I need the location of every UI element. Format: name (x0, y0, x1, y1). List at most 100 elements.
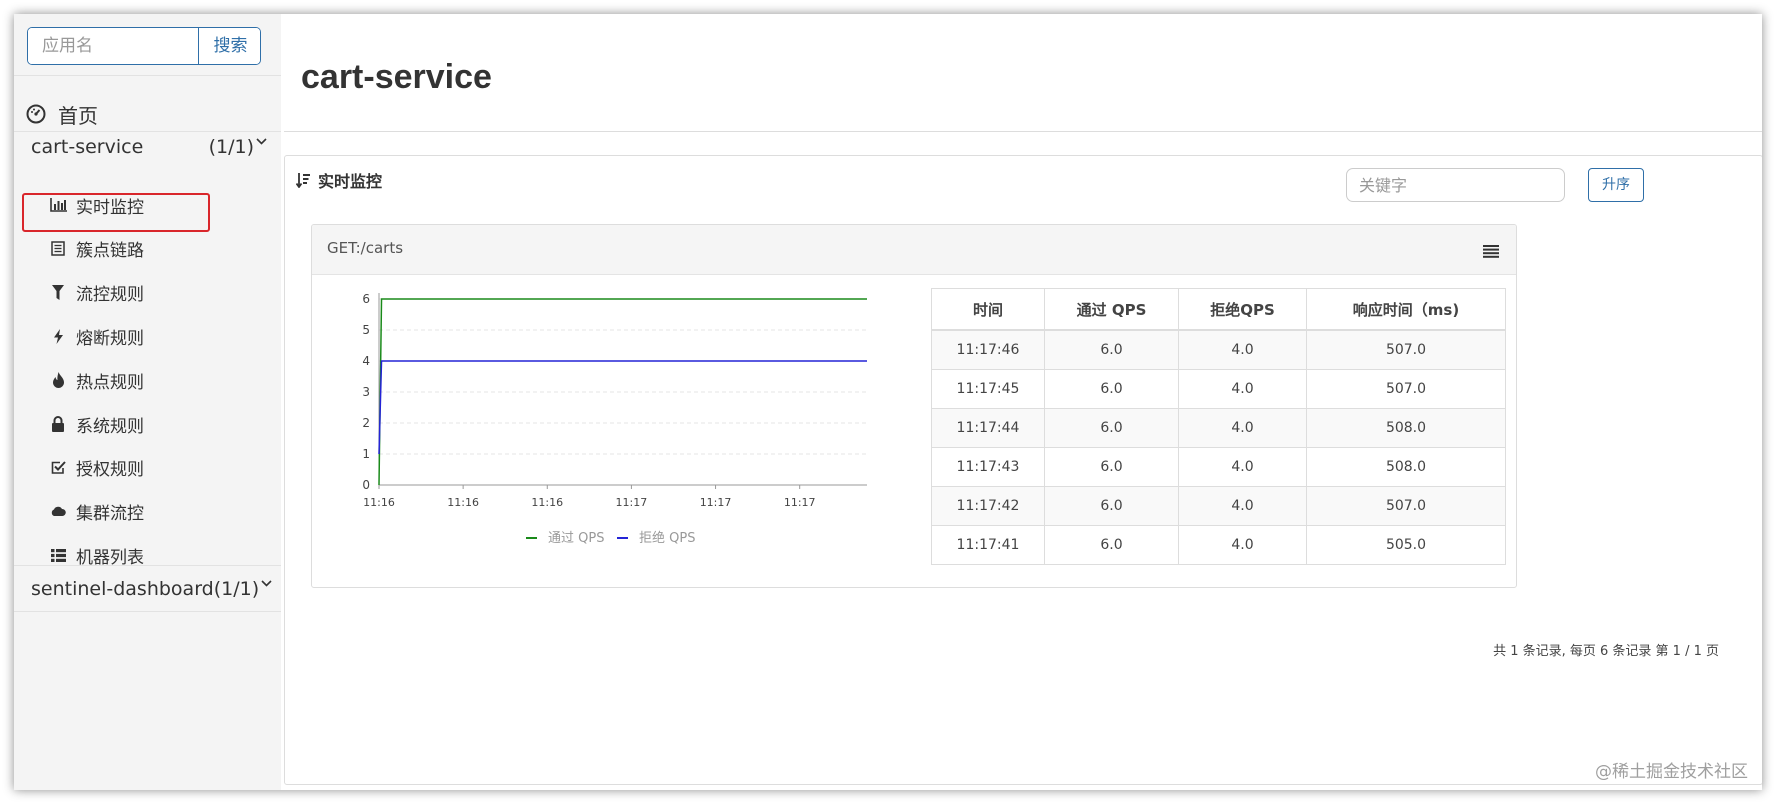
table-row: 11:17:42 6.0 4.0 507.0 (931, 486, 1506, 526)
legend-label: 拒绝 QPS (639, 530, 695, 546)
sidebar-divider (14, 565, 281, 566)
menu-icon[interactable] (1483, 243, 1499, 262)
menu-label: 机器列表 (76, 547, 144, 568)
service-count: (1/1) (213, 578, 260, 600)
table-cell: 11:17:43 (931, 447, 1045, 487)
column-header: 拒绝QPS (1178, 288, 1307, 331)
sidebar-item-system-rules[interactable]: 系统规则 (49, 411, 144, 437)
sidebar-item-cluster-flow[interactable]: 集群流控 (49, 498, 144, 524)
service-name: cart-service (31, 136, 144, 158)
sidebar-item-hot-rules[interactable]: 热点规则 (49, 367, 144, 393)
table-cell: 11:17:42 (931, 486, 1045, 526)
menu-label: 系统规则 (76, 416, 144, 437)
table-cell: 11:17:45 (931, 369, 1045, 409)
sidebar-item-flow-rules[interactable]: 流控规则 (49, 279, 144, 305)
table-row: 11:17:43 6.0 4.0 508.0 (931, 447, 1506, 487)
y-tick-label: 5 (362, 323, 370, 337)
y-tick-label: 3 (362, 385, 370, 399)
x-tick-label: 11:17 (616, 496, 648, 509)
table-cell: 4.0 (1178, 486, 1307, 526)
pagination-info: 共 1 条记录, 每页 6 条记录 第 1 / 1 页 (1493, 644, 1719, 659)
resource-card: GET:/carts 0 1 2 3 4 5 6 11:16 11:16 11:16 11:17 11… (311, 224, 1517, 588)
table-cell: 4.0 (1178, 369, 1307, 409)
table-row: 11:17:41 6.0 4.0 505.0 (931, 525, 1506, 565)
keyword-input[interactable] (1346, 168, 1565, 202)
table-cell: 6.0 (1044, 447, 1179, 487)
x-tick-label: 11:16 (531, 496, 563, 509)
sidebar-item-degrade-rules[interactable]: 熔断规则 (49, 323, 144, 349)
table-row: 11:17:45 6.0 4.0 507.0 (931, 369, 1506, 409)
resource-name: GET:/carts (327, 239, 404, 257)
table-cell: 508.0 (1306, 408, 1506, 448)
x-tick-label: 11:17 (784, 496, 816, 509)
check-square-icon (49, 458, 67, 476)
menu-label: 流控规则 (76, 284, 144, 305)
column-header: 时间 (931, 288, 1045, 331)
bar-chart-icon (49, 196, 67, 214)
table-cell: 508.0 (1306, 447, 1506, 487)
chevron-down-icon (256, 135, 267, 148)
panel-header: 实时监控 (296, 168, 382, 192)
main-content: cart-service 实时监控 升序 GET:/carts 0 1 2 3 4 5 6 1… (281, 14, 1762, 790)
y-tick-label: 6 (362, 292, 370, 306)
sidebar: 搜索 首页 cart-service (1/1) (14, 14, 281, 790)
table-cell: 6.0 (1044, 486, 1179, 526)
sort-ascending-button[interactable]: 升序 (1588, 168, 1644, 202)
table-cell: 507.0 (1306, 329, 1506, 370)
service-name: sentinel-dashboard (31, 578, 214, 600)
watermark: @稀土掘金技术社区 (1595, 762, 1748, 782)
table-cell: 4.0 (1178, 447, 1307, 487)
table-row: 11:17:44 6.0 4.0 508.0 (931, 408, 1506, 448)
flash-icon (49, 327, 67, 345)
table-cell: 4.0 (1178, 408, 1307, 448)
x-tick-label: 11:16 (363, 496, 395, 509)
menu-label: 集群流控 (76, 503, 144, 524)
cloud-icon (49, 502, 67, 520)
menu-label: 熔断规则 (76, 328, 144, 349)
monitor-panel: 实时监控 升序 GET:/carts 0 1 2 3 4 5 6 11:16 11:16 11:1… (284, 155, 1762, 785)
service-count: (1/1) (208, 136, 254, 158)
sidebar-service-cart[interactable]: cart-service (1/1) (31, 132, 267, 162)
legend-label: 通过 QPS (548, 531, 604, 546)
table-cell: 507.0 (1306, 369, 1506, 409)
y-tick-label: 1 (362, 447, 370, 461)
sidebar-divider (14, 611, 281, 612)
filter-icon (49, 283, 67, 301)
sidebar-divider (14, 75, 281, 76)
table-cell: 4.0 (1178, 525, 1307, 565)
app-window: 搜索 首页 cart-service (1/1) (14, 14, 1762, 790)
panel-title: 实时监控 (318, 172, 383, 191)
sidebar-service-sentinel-dashboard[interactable]: sentinel-dashboard (1/1) (31, 574, 272, 604)
search-button[interactable]: 搜索 (198, 28, 260, 64)
menu-label: 实时监控 (76, 197, 144, 218)
table-row: 11:17:46 6.0 4.0 507.0 (931, 329, 1506, 370)
sidebar-item-realtime-monitor[interactable]: 实时监控 (49, 192, 144, 218)
sidebar-item-cluster-link[interactable]: 簇点链路 (49, 235, 144, 261)
menu-label: 簇点链路 (76, 240, 144, 261)
sidebar-item-home[interactable]: 首页 (26, 99, 98, 129)
x-tick-label: 11:17 (700, 496, 732, 509)
app-search-input[interactable] (28, 28, 198, 64)
table-cell: 11:17:44 (931, 408, 1045, 448)
series-line-block-qps (378, 360, 867, 455)
column-header: 响应时间（ms) (1306, 288, 1506, 331)
table-cell: 6.0 (1044, 329, 1179, 370)
qps-line-chart: 0 1 2 3 4 5 6 11:16 11:16 11:16 11:17 11:17 11:17 通过 … (362, 292, 867, 546)
menu-label: 热点规则 (76, 372, 144, 393)
table-cell: 507.0 (1306, 486, 1506, 526)
title-divider (284, 131, 1762, 132)
sort-amount-icon (296, 172, 311, 188)
menu-label: 授权规则 (76, 459, 144, 480)
table-cell: 11:17:41 (931, 525, 1045, 565)
list-icon (49, 239, 67, 257)
table-cell: 6.0 (1044, 408, 1179, 448)
table-cell: 505.0 (1306, 525, 1506, 565)
th-list-icon (49, 546, 67, 564)
dashboard-icon (26, 104, 46, 124)
x-tick-label: 11:16 (447, 496, 479, 509)
column-header: 通过 QPS (1044, 288, 1179, 331)
table-cell: 11:17:46 (931, 329, 1045, 370)
table-header-row: 时间 通过 QPS 拒绝QPS 响应时间（ms) (931, 288, 1506, 331)
table-cell: 6.0 (1044, 369, 1179, 409)
sidebar-item-auth-rules[interactable]: 授权规则 (49, 454, 144, 480)
